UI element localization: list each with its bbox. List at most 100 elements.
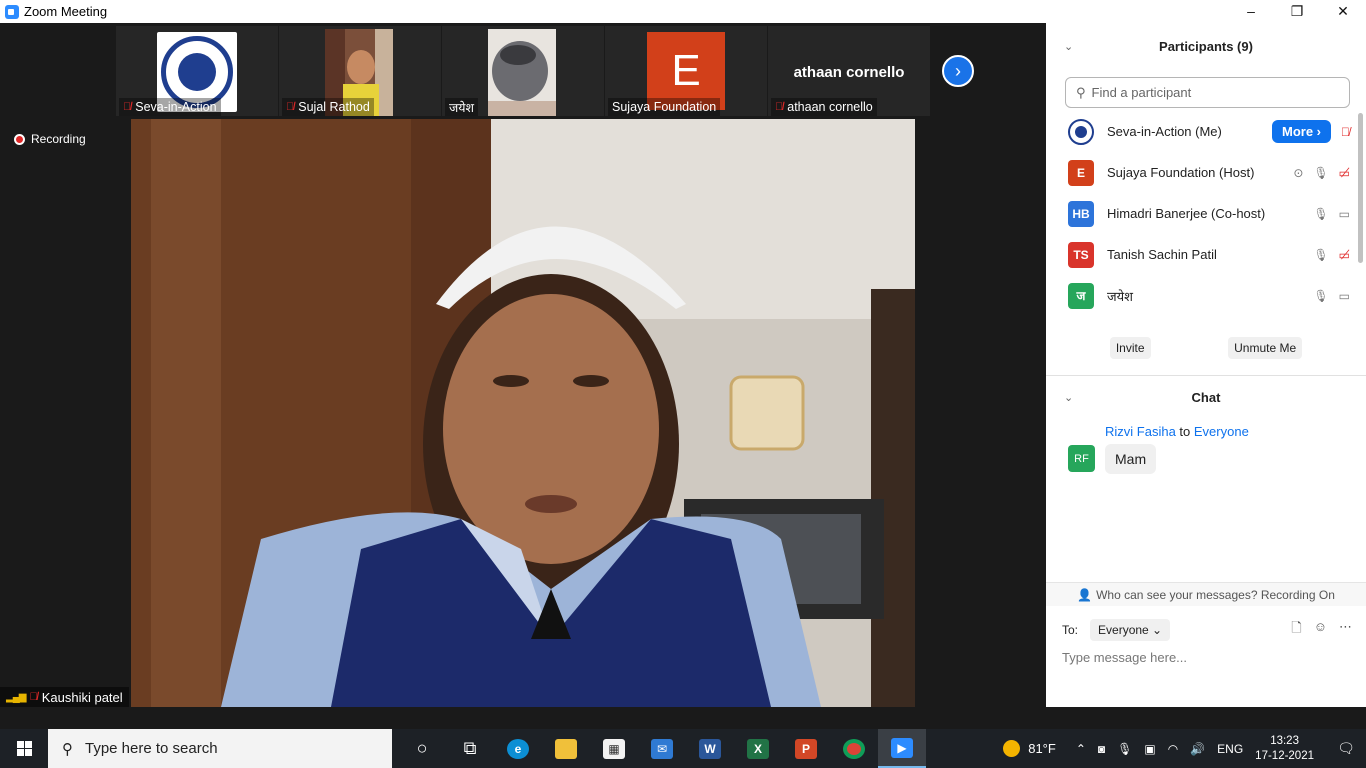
taskbar-search-placeholder: Type here to search [85,740,218,757]
to-label: To: [1062,623,1079,637]
minimize-button[interactable]: – [1228,0,1274,23]
mic-muted-icon: 🎙̸ [123,101,132,113]
date: 17-12-2021 [1255,749,1314,762]
more-options-icon[interactable]: ⋯ [1339,619,1352,641]
thumbnail-name: Sujal Rathod [298,100,370,114]
camera-icon[interactable]: ◙ [1098,742,1105,756]
zoom-taskbar-icon[interactable]: ▶ [878,729,926,768]
mic-icon: 🎙 [1313,288,1329,303]
chat-header[interactable]: ⌄ Chat [1046,379,1366,415]
avatar: TS [1068,241,1094,268]
recipient-row: To: Everyone ⌄ 🗋 ☺ ⋯ [1062,619,1352,641]
language-indicator[interactable]: ENG [1217,742,1243,756]
divider [1046,375,1366,376]
side-panel: ⌄ Participants (9) ⚲ Find a participant … [1046,23,1366,707]
thumbnail-seva-in-action[interactable]: 🎙̸ Seva-in-Action [116,26,278,116]
avatar: E [1068,159,1094,186]
more-button[interactable]: More › [1272,120,1331,143]
participants-header[interactable]: ⌄ Participants (9) [1046,23,1366,69]
avatar: ज [1068,282,1094,309]
temperature: 81°F [1028,741,1056,756]
mail-icon[interactable]: ✉ [638,729,686,768]
participant-row[interactable]: E Sujaya Foundation (Host) ⊙ 🎙 ▭̸ [1046,152,1366,193]
maximize-button[interactable]: ❐ [1274,0,1320,23]
to-word: to [1179,424,1191,439]
thumbnail-display-name: athaan cornello [793,64,905,81]
participants-scrollbar[interactable] [1358,113,1363,263]
mic-muted-icon[interactable]: 🎙̸ [1341,125,1350,139]
participant-name: Sujaya Foundation (Host) [1107,165,1255,180]
chat-message-input[interactable]: Type message here... [1062,650,1187,665]
recording-label: Recording [31,132,86,146]
message-privacy-link[interactable]: 👤 Who can see your messages? Recording O… [1046,582,1366,606]
sender-name[interactable]: Rizvi Fasiha [1105,424,1176,439]
cortana-icon[interactable]: ○ [398,729,446,768]
record-icon [14,133,25,145]
collapse-chevron-icon[interactable]: ⌄ [1064,40,1073,53]
participant-name: Seva-in-Action (Me) [1107,124,1222,139]
participant-row[interactable]: HB Himadri Banerjee (Co-host) 🎙 ▭ [1046,193,1366,234]
store-icon[interactable]: ▦ [590,729,638,768]
thumbnail-name: जयेश [449,100,475,115]
time: 13:23 [1270,734,1299,747]
thumbnail-sujal-rathod[interactable]: 🎙̸ Sujal Rathod [279,26,441,116]
weather-widget[interactable]: 81°F [1003,740,1056,757]
speaker-name: Kaushiki patel [41,689,123,705]
video-icon: ▭ [1338,206,1350,221]
mic-muted-icon: 🎙̸ [29,691,38,703]
notifications-icon[interactable]: 🗨 [1326,729,1366,768]
message-header: Rizvi Fasiha to Everyone [1105,424,1249,439]
volume-icon[interactable]: 🔊 [1190,742,1205,756]
close-button[interactable]: ✕ [1320,0,1366,23]
participant-row[interactable]: TS Tanish Sachin Patil 🎙 ▭̸ [1046,234,1366,275]
participant-name: Himadri Banerjee (Co-host) [1107,206,1266,221]
thumbnail-name: Seva-in-Action [135,100,217,114]
collapse-chevron-icon[interactable]: ⌄ [1064,391,1073,404]
wifi-icon[interactable]: ◠ [1168,742,1178,756]
participant-search-input[interactable]: ⚲ Find a participant [1065,77,1350,108]
powerpoint-icon[interactable]: P [782,729,830,768]
people-icon: 👤 [1077,587,1093,602]
participants-title: Participants (9) [1159,38,1253,54]
recording-indicator[interactable]: Recording [14,132,86,146]
file-explorer-icon[interactable] [542,729,590,768]
next-page-button[interactable]: › [942,55,974,87]
participant-row[interactable]: ज जयेश 🎙 ▭ [1046,275,1366,316]
mic-muted-icon: 🎙̸ [286,101,295,113]
file-icon[interactable]: 🗋 [1291,619,1301,641]
recipient-dropdown[interactable]: Everyone ⌄ [1090,619,1171,641]
participant-name: Tanish Sachin Patil [1107,247,1217,262]
video-off-icon: ▭̸ [1338,247,1350,262]
system-tray: 81°F ⌃ ◙ 🎙 ▣ ◠ 🔊 ENG 13:23 17-12-2021 🗨 [1003,729,1366,768]
invite-button[interactable]: Invite [1109,337,1151,359]
taskbar: ⚲ Type here to search ○ ⧉ e ▦ ✉ W X P ▶ … [0,729,1366,768]
task-view-icon[interactable]: ⧉ [446,729,494,768]
start-button[interactable] [0,729,48,768]
avatar [1068,118,1094,145]
mic-icon: 🎙 [1313,165,1329,180]
participant-row[interactable]: Seva-in-Action (Me) More › 🎙̸ [1046,111,1366,152]
chevron-up-icon[interactable]: ⌃ [1076,742,1086,756]
word-icon[interactable]: W [686,729,734,768]
unmute-me-button[interactable]: Unmute Me [1228,337,1303,359]
meeting-stage: 🎙̸Seva-in-Action 🎙̸Sujal Rathod जयेश E [0,23,1046,707]
video-icon: ▭ [1338,288,1350,303]
recording-dot-icon: ⊙ [1293,165,1304,180]
avatar: RF [1068,445,1095,472]
thumbnail-sujaya-foundation[interactable]: E Sujaya Foundation [605,26,767,116]
microphone-icon[interactable]: 🎙 [1117,742,1132,756]
mic-icon: 🎙 [1313,247,1329,262]
display-icon[interactable]: ▣ [1144,742,1155,756]
thumbnail-athaan-cornello[interactable]: athaan cornello 🎙̸ athaan cornello [768,26,930,116]
title-bar: Zoom Meeting – ❐ ✕ [0,0,1366,23]
mic-icon: 🎙 [1313,206,1329,221]
thumbnail-jayesh[interactable]: जयेश [442,26,604,116]
taskbar-search[interactable]: ⚲ Type here to search [48,729,392,768]
edge-icon[interactable]: e [494,729,542,768]
chrome-icon[interactable] [830,729,878,768]
emoji-icon[interactable]: ☺ [1314,619,1327,641]
search-placeholder: Find a participant [1091,85,1192,100]
avatar: HB [1068,200,1094,227]
excel-icon[interactable]: X [734,729,782,768]
clock[interactable]: 13:23 17-12-2021 [1255,734,1314,764]
